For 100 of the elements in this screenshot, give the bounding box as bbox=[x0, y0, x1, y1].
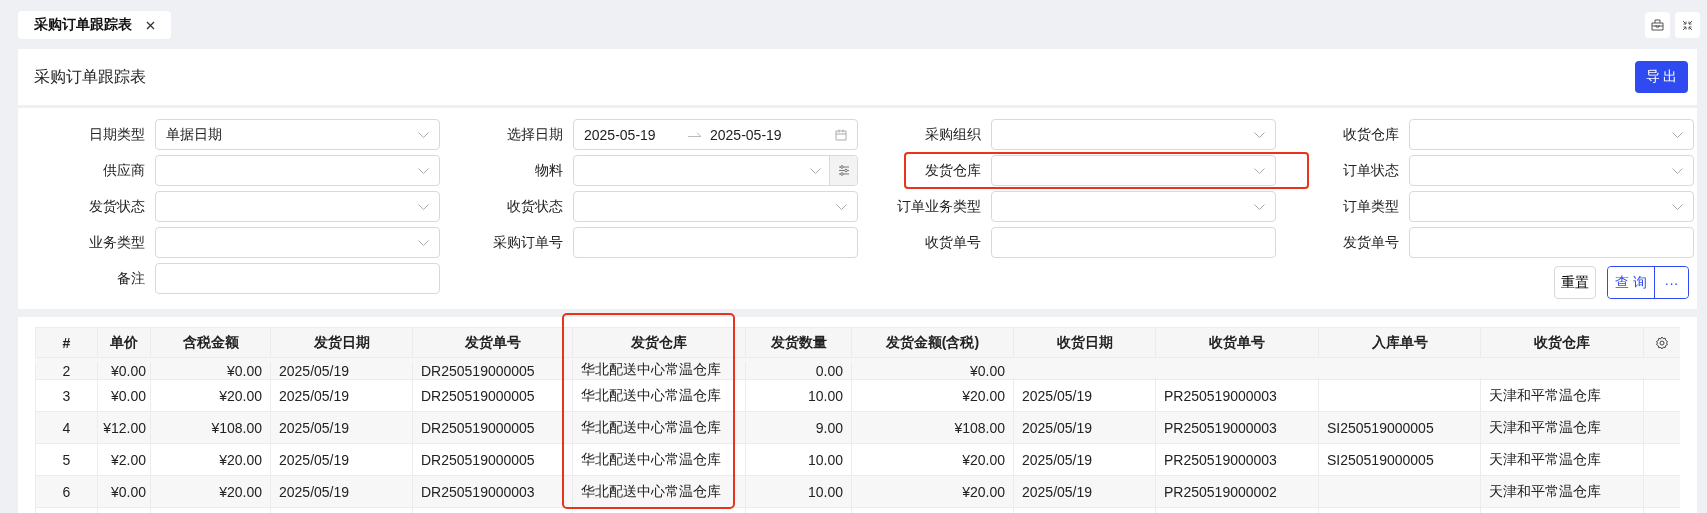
table-cell: 10.00 bbox=[807, 451, 843, 468]
input-field[interactable] bbox=[155, 263, 440, 294]
table-cell: ¥20.00 bbox=[962, 451, 1005, 468]
sliders-icon[interactable] bbox=[829, 156, 857, 185]
fullscreen-icon[interactable] bbox=[1675, 12, 1700, 38]
table-cell: 华北配送中心常温仓库 bbox=[581, 450, 721, 469]
select-field[interactable] bbox=[155, 155, 440, 186]
column-header: 含税金额 bbox=[150, 328, 270, 357]
table-cell: 2 bbox=[62, 363, 71, 379]
column-header: 发货数量 bbox=[745, 328, 851, 357]
select-field[interactable] bbox=[991, 155, 1276, 186]
chevron-down-icon bbox=[1254, 131, 1265, 138]
select-field[interactable] bbox=[573, 191, 858, 222]
table-cell: 9.00 bbox=[815, 419, 843, 436]
filter-label: 发货状态 bbox=[88, 197, 145, 216]
table-cell: 3 bbox=[62, 387, 71, 404]
filter-label: 收货单号 bbox=[924, 233, 981, 252]
table-cell: ¥108.00 bbox=[954, 419, 1005, 436]
filter-label: 订单状态 bbox=[1342, 161, 1399, 180]
chevron-down-icon bbox=[418, 203, 429, 210]
table-cell: 2025/05/19 bbox=[279, 483, 350, 500]
filter-label: 选择日期 bbox=[506, 125, 563, 144]
table-cell: ¥2.00 bbox=[110, 451, 146, 468]
table-cell: 华北配送中心常温仓库 bbox=[581, 386, 721, 405]
column-header: # bbox=[35, 328, 97, 357]
select-field[interactable] bbox=[1409, 119, 1694, 150]
table-cell: ¥0.00 bbox=[110, 387, 146, 404]
table-cell: 2025/05/19 bbox=[279, 387, 350, 404]
chevron-down-icon bbox=[418, 131, 429, 138]
table-cell: 天津和平常温仓库 bbox=[1489, 450, 1601, 469]
table-cell: PR250519000003 bbox=[1164, 451, 1277, 468]
table-cell: SI250519000005 bbox=[1327, 451, 1434, 468]
table-cell: PR250519000003 bbox=[1164, 387, 1277, 404]
reset-button[interactable]: 重置 bbox=[1554, 266, 1596, 299]
table-cell: 2025/05/19 bbox=[279, 419, 350, 436]
filter-label: 订单类型 bbox=[1342, 197, 1399, 216]
export-button[interactable]: 导 出 bbox=[1635, 61, 1688, 93]
chevron-down-icon bbox=[418, 167, 429, 174]
table-cell: ¥20.00 bbox=[219, 451, 262, 468]
filter-label: 日期类型 bbox=[88, 125, 145, 144]
table-cell: 2025/05/19 bbox=[279, 451, 350, 468]
date-range-field[interactable]: 2025-05-19 2025-05-19 bbox=[573, 119, 858, 150]
select-field[interactable] bbox=[1409, 155, 1694, 186]
table-cell: 华北配送中心常温仓库 bbox=[581, 361, 721, 379]
query-button[interactable]: 查 询 bbox=[1608, 267, 1655, 298]
table-cell: DR250519000005 bbox=[421, 419, 535, 436]
table-cell: 6 bbox=[62, 483, 71, 500]
select-field[interactable] bbox=[155, 191, 440, 222]
column-header: 收货日期 bbox=[1013, 328, 1155, 357]
table-cell: ¥20.00 bbox=[962, 483, 1005, 500]
table-cell: 5 bbox=[62, 451, 71, 468]
table-cell: PR250519000003 bbox=[1164, 419, 1277, 436]
column-header: 单价 bbox=[97, 328, 150, 357]
input-field[interactable] bbox=[1409, 227, 1694, 258]
settings-icon[interactable] bbox=[1655, 335, 1669, 350]
table-cell: 4 bbox=[62, 419, 71, 436]
select-field[interactable] bbox=[1409, 191, 1694, 222]
table-cell: 天津和平常温仓库 bbox=[1489, 482, 1601, 501]
input-field[interactable] bbox=[573, 227, 858, 258]
table-cell: ¥0.00 bbox=[110, 483, 146, 500]
table-cell: 10.00 bbox=[807, 387, 843, 404]
table-cell: 华北配送中心常温仓库 bbox=[581, 418, 721, 437]
chevron-down-icon bbox=[1672, 203, 1683, 210]
close-icon[interactable] bbox=[146, 20, 155, 30]
table-cell: DR250519000005 bbox=[421, 387, 535, 404]
chevron-down-icon bbox=[1254, 167, 1265, 174]
table-cell: 2025/05/19 bbox=[1022, 483, 1093, 500]
chevron-down-icon bbox=[810, 167, 821, 174]
input-field[interactable] bbox=[991, 227, 1276, 258]
table-cell: 2025/05/19 bbox=[279, 363, 350, 379]
table-cell: ¥0.00 bbox=[110, 363, 146, 379]
column-header: 收货单号 bbox=[1155, 328, 1318, 357]
select-field[interactable] bbox=[155, 227, 440, 258]
page-tab[interactable]: 采购订单跟踪表 bbox=[18, 11, 171, 39]
chevron-down-icon bbox=[418, 239, 429, 246]
filter-label: 发货仓库 bbox=[924, 161, 981, 180]
chevron-down-icon bbox=[836, 203, 847, 210]
table-cell: 2025/05/19 bbox=[1022, 387, 1093, 404]
table-cell: 0.00 bbox=[815, 363, 843, 379]
page-title: 采购订单跟踪表 bbox=[34, 66, 146, 87]
chevron-down-icon bbox=[1672, 131, 1683, 138]
select-field[interactable] bbox=[573, 155, 858, 186]
column-header: 发货金额(含税) bbox=[851, 328, 1013, 357]
table-cell: 10.00 bbox=[807, 483, 843, 500]
filter-label: 订单业务类型 bbox=[896, 197, 981, 216]
table-cell: ¥0.00 bbox=[226, 363, 262, 379]
table-cell: DR250519000003 bbox=[421, 483, 535, 500]
select-field[interactable] bbox=[991, 191, 1276, 222]
table-cell: ¥20.00 bbox=[219, 387, 262, 404]
table-cell: ¥0.00 bbox=[969, 363, 1005, 379]
column-header: 入库单号 bbox=[1318, 328, 1480, 357]
filter-label: 发货单号 bbox=[1342, 233, 1399, 252]
select-field[interactable] bbox=[991, 119, 1276, 150]
table-cell: ¥20.00 bbox=[962, 387, 1005, 404]
select-field[interactable]: 单据日期 bbox=[155, 119, 440, 150]
table-cell: ¥20.00 bbox=[219, 483, 262, 500]
column-header: 发货仓库 bbox=[572, 328, 745, 357]
table-cell: DR250519000005 bbox=[421, 451, 535, 468]
filter-label: 采购组织 bbox=[924, 125, 981, 144]
toolbox-icon[interactable] bbox=[1645, 12, 1670, 38]
